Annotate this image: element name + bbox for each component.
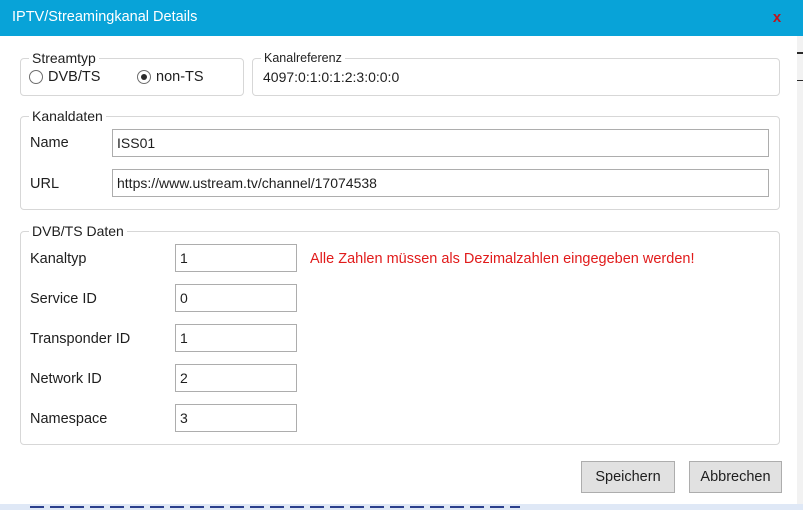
kanaltyp-label: Kanaltyp <box>30 251 87 267</box>
radio-dvbts-label: DVB/TS <box>48 69 101 85</box>
radio-nonts-indicator[interactable] <box>137 70 151 84</box>
kanalreferenz-legend: Kanalreferenz <box>261 49 345 67</box>
service-id-input[interactable]: 0 <box>175 284 297 312</box>
kanalreferenz-value: 4097:0:1:0:1:2:3:0:0:0 <box>263 69 400 85</box>
cancel-button[interactable]: Abbrechen <box>689 461 782 493</box>
name-input[interactable]: ISS01 <box>112 129 769 157</box>
background-window-edge-bottom <box>0 504 803 510</box>
transponder-id-input[interactable]: 1 <box>175 324 297 352</box>
kanaldaten-legend: Kanaldaten <box>29 107 106 125</box>
kanaltyp-input[interactable]: 1 <box>175 244 297 272</box>
background-window-mark <box>797 52 803 54</box>
title-bar: IPTV/Streamingkanal Details x <box>0 0 803 36</box>
streamtyp-group: Streamtyp DVB/TS non-TS <box>20 49 244 96</box>
service-id-label: Service ID <box>30 291 97 307</box>
transponder-id-label: Transponder ID <box>30 331 131 347</box>
save-button[interactable]: Speichern <box>581 461 675 493</box>
streamtyp-legend: Streamtyp <box>29 49 99 67</box>
namespace-label: Namespace <box>30 411 108 427</box>
close-icon[interactable]: x <box>766 6 788 28</box>
window-title: IPTV/Streamingkanal Details <box>12 9 198 25</box>
radio-nonts-label: non-TS <box>156 69 204 85</box>
background-window-text-fragment <box>30 506 520 508</box>
network-id-input[interactable]: 2 <box>175 364 297 392</box>
kanalreferenz-group: Kanalreferenz 4097:0:1:0:1:2:3:0:0:0 <box>252 49 780 96</box>
radio-dvbts[interactable]: DVB/TS <box>29 69 100 85</box>
dvbts-legend: DVB/TS Daten <box>29 222 127 240</box>
dvbts-group: DVB/TS Daten Kanaltyp 1 Alle Zahlen müss… <box>20 222 780 445</box>
name-label: Name <box>30 135 69 151</box>
background-window-mark <box>797 80 803 81</box>
background-window-edge <box>797 36 803 510</box>
radio-nonts[interactable]: non-TS <box>137 69 204 85</box>
kanaldaten-group: Kanaldaten Name ISS01 URL https://www.us… <box>20 107 780 210</box>
namespace-input[interactable]: 3 <box>175 404 297 432</box>
decimal-warning: Alle Zahlen müssen als Dezimalzahlen ein… <box>310 251 695 267</box>
network-id-label: Network ID <box>30 371 102 387</box>
url-input[interactable]: https://www.ustream.tv/channel/17074538 <box>112 169 769 197</box>
url-label: URL <box>30 176 60 192</box>
radio-dvbts-indicator[interactable] <box>29 70 43 84</box>
